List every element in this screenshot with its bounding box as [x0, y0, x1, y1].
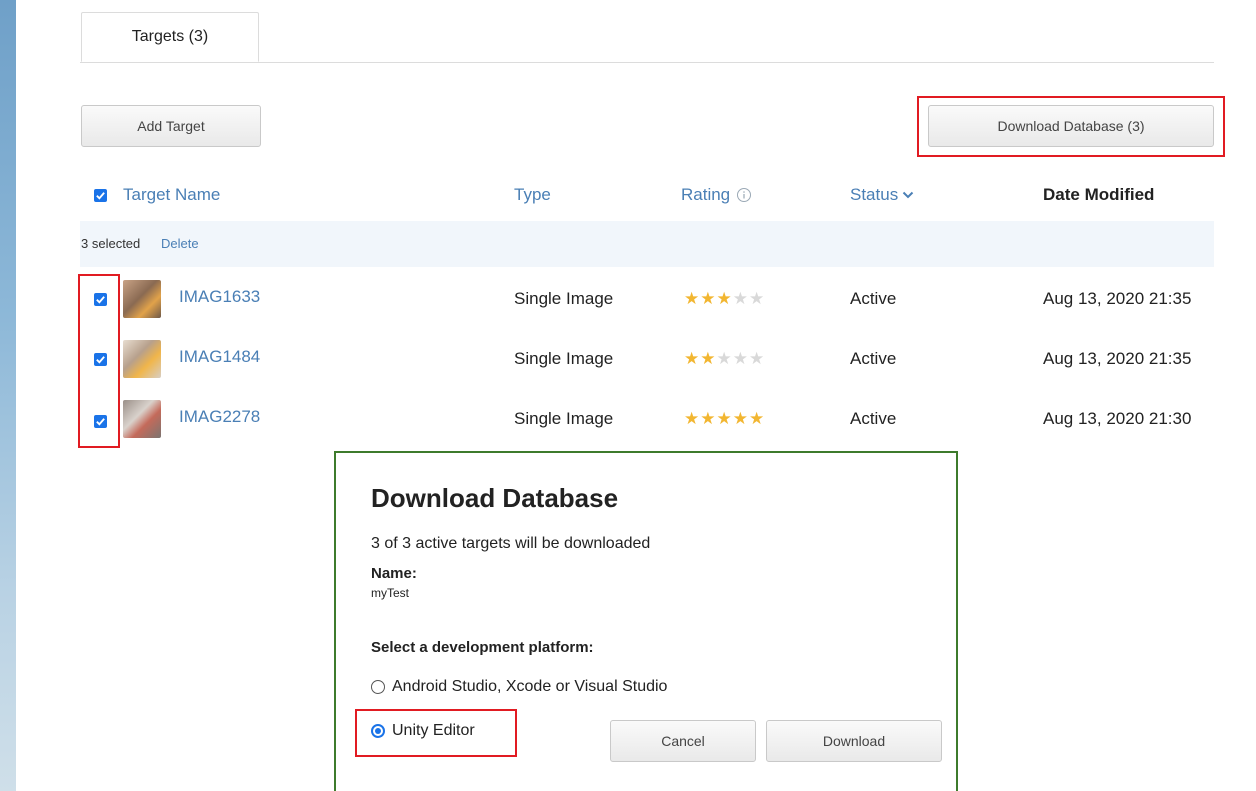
- highlight-unity-editor: [355, 709, 517, 757]
- rating-stars: ★★★★★: [684, 349, 766, 368]
- download-label: Download: [822, 733, 886, 749]
- download-database-dialog: Download Database 3 of 3 active targets …: [334, 451, 958, 791]
- selection-bar: 3 selected Delete: [80, 221, 1214, 267]
- header-rating-label: Rating: [681, 185, 731, 204]
- add-target-button[interactable]: Add Target: [81, 105, 261, 147]
- target-name-link[interactable]: IMAG2278: [179, 407, 260, 427]
- name-value: myTest: [371, 586, 410, 600]
- download-button[interactable]: Download: [766, 720, 942, 762]
- target-name-link[interactable]: IMAG1484: [179, 347, 260, 367]
- platform-option-label: Android Studio, Xcode or Visual Studio: [392, 678, 668, 695]
- target-date: Aug 13, 2020 21:30: [1043, 409, 1192, 428]
- target-name-link[interactable]: IMAG1633: [179, 287, 260, 307]
- dialog-subtitle: 3 of 3 active targets will be downloaded: [371, 535, 651, 552]
- check-icon: [96, 192, 105, 200]
- dialog-title: Download Database: [371, 483, 619, 513]
- chevron-down-icon: [902, 191, 914, 199]
- delete-link[interactable]: Delete: [161, 236, 199, 251]
- highlight-download-database: [917, 96, 1225, 157]
- tab-targets-label: Targets (3): [131, 28, 209, 45]
- tab-bar-divider: [80, 62, 1214, 63]
- header-date-modified[interactable]: Date Modified: [1043, 185, 1154, 205]
- rating-stars: ★★★★★: [684, 289, 766, 308]
- platform-label: Select a development platform:: [371, 639, 594, 656]
- table-row[interactable]: IMAG1484 Single Image ★★★★★ Active Aug 1…: [80, 328, 1214, 388]
- add-target-label: Add Target: [137, 118, 205, 134]
- selected-count: 3 selected: [81, 236, 141, 251]
- select-all-checkbox[interactable]: [94, 189, 107, 202]
- targets-panel: Targets (3) Add Target Download Database…: [16, 0, 1256, 791]
- target-status: Active: [850, 349, 897, 368]
- cancel-button[interactable]: Cancel: [610, 720, 756, 762]
- radio-button[interactable]: [371, 680, 385, 694]
- rating-stars: ★★★★★: [684, 409, 766, 428]
- table-row[interactable]: IMAG1633 Single Image ★★★★★ Active Aug 1…: [80, 268, 1214, 328]
- header-status-label: Status: [850, 185, 899, 204]
- target-thumbnail: [123, 280, 161, 318]
- target-thumbnail: [123, 340, 161, 378]
- cancel-label: Cancel: [661, 733, 705, 749]
- target-type: Single Image: [514, 289, 614, 308]
- info-circle-icon[interactable]: [736, 187, 752, 203]
- header-rating[interactable]: Rating: [681, 185, 752, 205]
- header-status[interactable]: Status: [850, 185, 914, 205]
- table-row[interactable]: IMAG2278 Single Image ★★★★★ Active Aug 1…: [80, 388, 1214, 448]
- target-type: Single Image: [514, 349, 614, 368]
- name-label: Name:: [371, 565, 417, 582]
- target-status: Active: [850, 409, 897, 428]
- highlight-row-checkboxes: [78, 274, 120, 448]
- tab-targets[interactable]: Targets (3): [81, 12, 259, 62]
- header-type[interactable]: Type: [514, 185, 551, 205]
- target-status: Active: [850, 289, 897, 308]
- target-thumbnail: [123, 400, 161, 438]
- platform-option-android-xcode-vs[interactable]: Android Studio, Xcode or Visual Studio: [371, 678, 667, 696]
- target-date: Aug 13, 2020 21:35: [1043, 289, 1192, 308]
- header-target-name[interactable]: Target Name: [123, 185, 220, 205]
- target-date: Aug 13, 2020 21:35: [1043, 349, 1192, 368]
- target-type: Single Image: [514, 409, 614, 428]
